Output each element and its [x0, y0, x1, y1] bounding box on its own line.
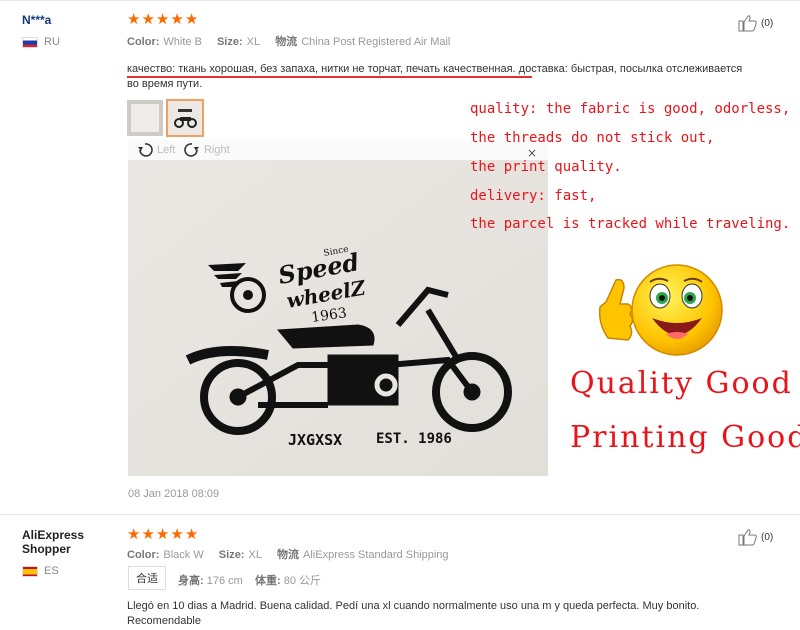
country-code: ES [44, 565, 59, 577]
fit-badge: 合适 [128, 566, 166, 590]
annotation-line: the parcel is tracked while traveling. [470, 216, 791, 232]
height-label: 身高: [178, 575, 204, 587]
review-divider [0, 514, 800, 515]
size-label: Size: [216, 36, 243, 48]
rotate-left-button[interactable]: Left [136, 142, 175, 158]
shipping-value: AliExpress Standard Shipping [303, 549, 449, 561]
height-info: 身高: 176 cm [178, 572, 243, 588]
star-rating: ★ ★ ★ ★ ★ [127, 527, 198, 542]
rotate-left-icon [138, 143, 153, 157]
color-label: Color: [127, 549, 160, 561]
star-icon: ★ [141, 525, 155, 543]
buyer-name-line: AliExpress [22, 528, 85, 542]
weight-info: 体重: 80 公斤 [255, 572, 321, 588]
color-value: White B [163, 36, 202, 48]
weight-label: 体重: [255, 575, 281, 587]
review-date: 08 Jan 2018 08:09 [128, 488, 220, 500]
star-icon: ★ [127, 525, 141, 543]
thumbnail-image [168, 101, 202, 135]
country-code: RU [44, 36, 60, 48]
shipping-label: 物流 [275, 36, 298, 48]
star-icon: ★ [155, 525, 170, 543]
rotate-left-label: Left [157, 144, 176, 156]
rotate-right-label: Right [204, 144, 230, 156]
annotation-line: the threads do not stick out, [470, 130, 715, 146]
flag-ru-icon [22, 36, 38, 48]
annotation-line: quality: the fabric is good, odorless, [470, 101, 791, 117]
annotation-line: delivery: fast, [470, 188, 597, 204]
size-label: Size: [218, 549, 245, 561]
star-icon: ★ [184, 525, 199, 543]
star-icon: ★ [184, 10, 199, 28]
thumbs-up-icon [738, 529, 757, 546]
color-label: Color: [127, 36, 160, 48]
like-count: (0) [761, 17, 774, 29]
order-info: Color: Black W Size: XL 物流 AliExpress Stand… [127, 546, 449, 562]
height-value: 176 cm [206, 575, 243, 587]
size-value: XL [246, 36, 261, 48]
review-text: Llegó en 10 dias a Madrid. Buena calidad… [127, 599, 777, 629]
shipping-label: 物流 [277, 549, 300, 561]
size-value: XL [248, 549, 262, 561]
motorcycle-print-image: Since Speed wheelZ 1963 JXGXSX EST. 1986 [128, 160, 548, 476]
review-text-line: Llegó en 10 dias a Madrid. Buena calidad… [127, 600, 700, 612]
like-count: (0) [761, 531, 774, 543]
buyer-name[interactable]: N***a [22, 13, 51, 27]
buyer-country: RU [22, 36, 60, 48]
svg-text:JXGXSX: JXGXSX [288, 431, 342, 449]
rotate-right-button[interactable]: Right [183, 142, 230, 158]
annotation-line: the print quality. [470, 159, 622, 175]
buyer-name[interactable]: AliExpress Shopper [22, 528, 84, 556]
order-info: Color: White B Size: XL 物流 China Post Regis… [127, 33, 450, 49]
buyer-name-line: Shopper [22, 542, 71, 556]
helpful-button[interactable]: (0) [738, 14, 773, 32]
star-rating: ★ ★ ★ ★ ★ [127, 12, 198, 27]
color-value: Black W [163, 549, 204, 561]
star-icon: ★ [141, 10, 155, 28]
top-divider [0, 0, 800, 1]
review-photo-thumbnail-active[interactable] [166, 99, 204, 137]
thumbs-up-icon [738, 15, 757, 32]
close-icon[interactable]: × [527, 146, 537, 160]
quality-good-text: Quality Good [570, 366, 793, 401]
review-photo[interactable]: Since Speed wheelZ 1963 JXGXSX EST. 1986 [128, 160, 548, 476]
star-icon: ★ [155, 10, 170, 28]
review-text-line: Recomendable [127, 615, 201, 627]
thumbs-up-smiley-icon [590, 262, 780, 362]
printing-good-text: Printing Good [570, 420, 800, 455]
thumbnail-image [128, 101, 162, 135]
review-photo-thumbnail[interactable] [127, 100, 163, 136]
highlight-underline [127, 76, 532, 78]
review-text-line: во время пути. [127, 78, 203, 90]
flag-es-icon [22, 565, 38, 577]
shipping-value: China Post Registered Air Mail [301, 36, 451, 48]
buyer-country: ES [22, 565, 59, 577]
svg-text:EST. 1986: EST. 1986 [376, 431, 452, 447]
helpful-button[interactable]: (0) [738, 528, 773, 546]
weight-value: 80 公斤 [283, 575, 322, 587]
star-icon: ★ [170, 10, 184, 28]
rotate-right-icon [184, 143, 199, 157]
review-text-line: качество: ткань хорошая, без запаха, нит… [127, 63, 743, 75]
star-icon: ★ [170, 525, 184, 543]
star-icon: ★ [127, 10, 141, 28]
